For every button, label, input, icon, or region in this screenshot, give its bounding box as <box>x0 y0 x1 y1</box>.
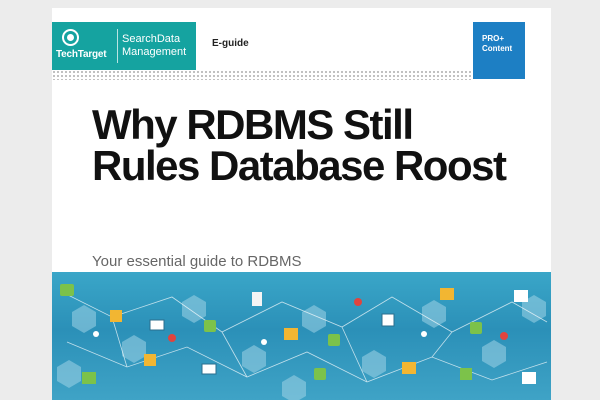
ebook-cover: TechTarget SearchData Management E-guide… <box>52 8 551 400</box>
cover-subtitle: Your essential guide to RDBMS <box>92 253 302 270</box>
logo-site-line2: Management <box>122 46 187 58</box>
network-illustration-art <box>57 284 548 400</box>
techtarget-logo: TechTarget SearchData Management <box>52 22 196 70</box>
badge-line1: PRO+ <box>482 34 505 43</box>
device-icons <box>60 284 536 384</box>
doc-type-label: E-guide <box>212 38 249 49</box>
badge-line2: Content <box>482 44 513 53</box>
cover-title: Why RDBMS Still Rules Database Roost <box>92 101 507 189</box>
techtarget-eye-icon <box>62 29 79 46</box>
logo-site-line1: SearchData <box>122 33 181 45</box>
dotted-rule <box>52 70 473 80</box>
cover-header: TechTarget SearchData Management E-guide… <box>52 8 551 79</box>
network-illustration <box>52 272 551 400</box>
logo-divider <box>117 29 118 63</box>
logo-brand-text: TechTarget <box>56 49 107 60</box>
pro-content-badge: PRO+ Content <box>473 22 525 79</box>
